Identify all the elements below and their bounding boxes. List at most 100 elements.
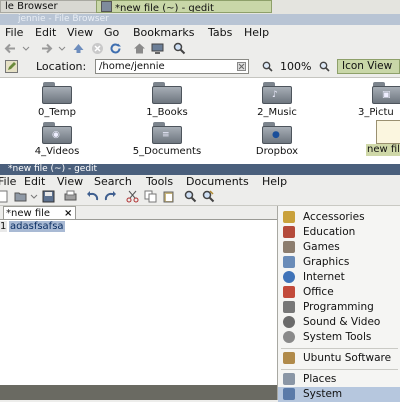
- menu-item-graphics[interactable]: Graphics: [278, 255, 400, 270]
- item-2-music[interactable]: 2_Music: [245, 107, 309, 118]
- new-document-icon[interactable]: [0, 190, 9, 203]
- copy-icon[interactable]: [144, 190, 157, 203]
- location-input[interactable]: /home/jennie: [95, 59, 249, 74]
- menu-item-office[interactable]: Office: [278, 285, 400, 300]
- menu-item-label: Accessories: [303, 211, 365, 223]
- ge-menu-help[interactable]: Help: [262, 175, 287, 189]
- zoom-out-icon[interactable]: [262, 61, 273, 72]
- item-1-books[interactable]: 1_Books: [135, 107, 199, 118]
- games-icon: [283, 241, 295, 253]
- folder-icon[interactable]: [152, 82, 182, 104]
- fb-menu-file[interactable]: File: [5, 26, 23, 40]
- gedit-menubar: File Edit View Search Tools Documents He…: [0, 175, 400, 189]
- item-3-pictures[interactable]: 3_Pictu: [358, 107, 400, 118]
- search-icon[interactable]: [173, 42, 186, 55]
- paste-icon[interactable]: [162, 190, 175, 203]
- menu-item-label: System Tools: [303, 331, 372, 343]
- search-icon[interactable]: [184, 190, 197, 203]
- ge-menu-view[interactable]: View: [57, 175, 83, 189]
- dropbox-folder-icon[interactable]: ●: [262, 122, 292, 144]
- videos-folder-icon[interactable]: ◉: [42, 122, 72, 144]
- zoom-in-icon[interactable]: [319, 61, 330, 72]
- fb-menu-bookmarks[interactable]: Bookmarks: [133, 26, 194, 40]
- menu-item-places[interactable]: Places: [278, 372, 400, 387]
- menu-item-label: Office: [303, 286, 334, 298]
- reload-icon[interactable]: [109, 42, 122, 55]
- system-tools-icon: [283, 331, 295, 343]
- sound-video-icon: [283, 316, 295, 328]
- clear-icon[interactable]: [237, 62, 246, 71]
- back-icon[interactable]: [4, 42, 17, 55]
- menu-item-games[interactable]: Games: [278, 240, 400, 255]
- text-editor[interactable]: [0, 219, 277, 386]
- menu-item-internet[interactable]: Internet: [278, 270, 400, 285]
- menu-separator: [281, 348, 398, 349]
- tab-label: *new file: [6, 208, 51, 219]
- find-replace-icon[interactable]: [202, 190, 215, 203]
- menu-item-label: Graphics: [303, 256, 350, 268]
- selected-text[interactable]: adasfsafsa: [9, 221, 65, 232]
- taskbar-gedit-button[interactable]: *new file (~) - gedit: [96, 0, 272, 13]
- menu-item-system-tools[interactable]: System Tools: [278, 330, 400, 345]
- item-new-file[interactable]: new fil: [366, 144, 400, 156]
- file-browser-titlebar[interactable]: jennie - File Browser: [0, 14, 400, 25]
- cut-icon[interactable]: [126, 190, 139, 203]
- menu-item-label: Places: [303, 373, 337, 385]
- music-folder-icon[interactable]: ♪: [262, 82, 292, 104]
- folder-icon[interactable]: [42, 82, 72, 104]
- item-dropbox[interactable]: Dropbox: [245, 146, 309, 157]
- menu-item-education[interactable]: Education: [278, 225, 400, 240]
- edit-location-icon[interactable]: [5, 60, 18, 73]
- item-4-videos[interactable]: 4_Videos: [25, 146, 89, 157]
- forward-icon[interactable]: [40, 42, 53, 55]
- ge-menu-documents[interactable]: Documents: [186, 175, 249, 189]
- chevron-down-icon[interactable]: [58, 42, 66, 55]
- save-icon[interactable]: [42, 190, 55, 203]
- programming-icon: [283, 301, 295, 313]
- fb-menu-help[interactable]: Help: [244, 26, 269, 40]
- stop-icon[interactable]: [91, 42, 104, 55]
- office-icon: [283, 286, 295, 298]
- redo-icon[interactable]: [104, 190, 117, 203]
- taskbar-file-browser-button[interactable]: le Browser: [0, 0, 102, 13]
- pictures-folder-icon[interactable]: ▣: [372, 82, 400, 104]
- graphics-icon: [283, 256, 295, 268]
- line-number: 1: [0, 221, 7, 232]
- home-icon[interactable]: [133, 42, 146, 55]
- menu-item-programming[interactable]: Programming: [278, 300, 400, 315]
- accessories-icon: [283, 211, 295, 223]
- gedit-statusbar: [0, 385, 277, 400]
- print-icon[interactable]: [64, 190, 77, 203]
- undo-icon[interactable]: [86, 190, 99, 203]
- text-file-icon[interactable]: [376, 120, 400, 144]
- fb-menu-edit[interactable]: Edit: [35, 26, 56, 40]
- open-icon[interactable]: [14, 190, 27, 203]
- ge-menu-edit[interactable]: Edit: [24, 175, 45, 189]
- menu-item-label: Sound & Video: [303, 316, 381, 328]
- fb-menu-tabs[interactable]: Tabs: [208, 26, 232, 40]
- computer-icon[interactable]: [151, 42, 164, 55]
- ubuntu-software-icon: [283, 352, 295, 364]
- menu-item-label: Ubuntu Software: [303, 352, 392, 364]
- places-icon: [283, 373, 295, 385]
- menu-item-sound-video[interactable]: Sound & Video: [278, 315, 400, 330]
- chevron-down-icon[interactable]: [30, 190, 38, 203]
- document-tab[interactable]: *new file ×: [3, 206, 76, 219]
- gedit-titlebar[interactable]: *new file (~) - gedit: [0, 164, 400, 175]
- item-5-documents[interactable]: 5_Documents: [126, 146, 208, 157]
- ge-menu-file[interactable]: File: [0, 175, 16, 189]
- view-mode-select[interactable]: Icon View: [337, 59, 400, 74]
- menu-item-accessories[interactable]: Accessories: [278, 210, 400, 225]
- menu-item-label: Internet: [303, 271, 345, 283]
- documents-folder-icon[interactable]: ≡: [152, 122, 182, 144]
- ge-menu-search[interactable]: Search: [94, 175, 132, 189]
- chevron-down-icon[interactable]: [22, 42, 30, 55]
- fb-menu-view[interactable]: View: [67, 26, 93, 40]
- menu-item-label: Education: [303, 226, 356, 238]
- menu-item-ubuntu-software[interactable]: Ubuntu Software: [278, 351, 400, 366]
- menu-item-label: Programming: [303, 301, 374, 313]
- fb-menu-go[interactable]: Go: [104, 26, 119, 40]
- item-0-temp[interactable]: 0_Temp: [25, 107, 89, 118]
- up-icon[interactable]: [72, 42, 85, 55]
- ge-menu-tools[interactable]: Tools: [146, 175, 173, 189]
